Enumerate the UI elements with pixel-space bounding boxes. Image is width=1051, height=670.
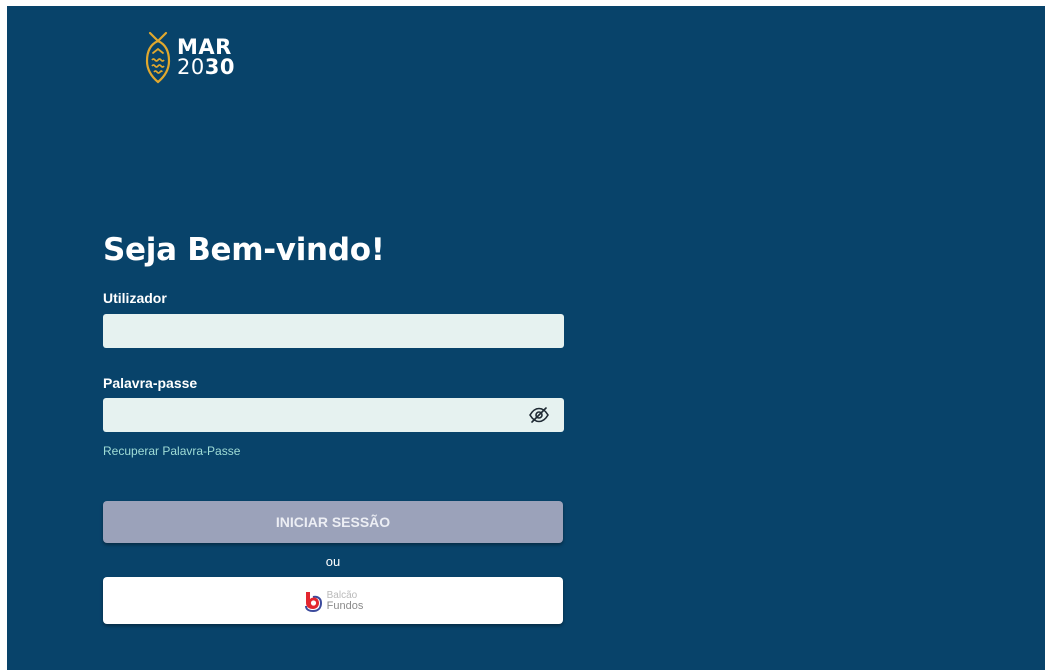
login-button[interactable]: INICIAR SESSÃO <box>103 501 563 543</box>
username-field-box <box>103 314 564 348</box>
or-separator: ou <box>325 554 341 569</box>
balcao-line2: Fundos <box>326 599 364 612</box>
page-title: Seja Bem-vindo! <box>103 232 385 268</box>
fish-logo-icon <box>145 31 171 84</box>
logo-line2-bold: 30 <box>204 55 235 79</box>
mar2030-logo: MAR 2030 <box>145 30 235 84</box>
login-page: MAR 2030 Seja Bem-vindo! Utilizador Pala… <box>7 6 1045 670</box>
password-input[interactable] <box>103 398 564 432</box>
username-label: Utilizador <box>103 290 167 306</box>
logo-line2-light: 20 <box>177 55 205 79</box>
password-field-box <box>103 398 564 432</box>
logo-line1: MAR <box>177 35 232 59</box>
password-label: Palavra-passe <box>103 375 198 391</box>
balcao-fundos-logo-icon <box>304 591 322 612</box>
recover-password-link[interactable]: Recuperar Palavra-Passe <box>103 444 240 458</box>
balcao-fundos-wordmark: Balcão Fundos <box>326 589 364 612</box>
balcao-line1: Balcão <box>326 589 358 601</box>
eye-slash-icon[interactable] <box>528 406 550 424</box>
logo-wordmark: MAR 2030 <box>177 35 235 79</box>
username-input[interactable] <box>103 314 564 348</box>
logo-line2: 2030 <box>177 55 235 79</box>
balcao-fundos-button[interactable]: Balcão Fundos <box>103 577 563 624</box>
